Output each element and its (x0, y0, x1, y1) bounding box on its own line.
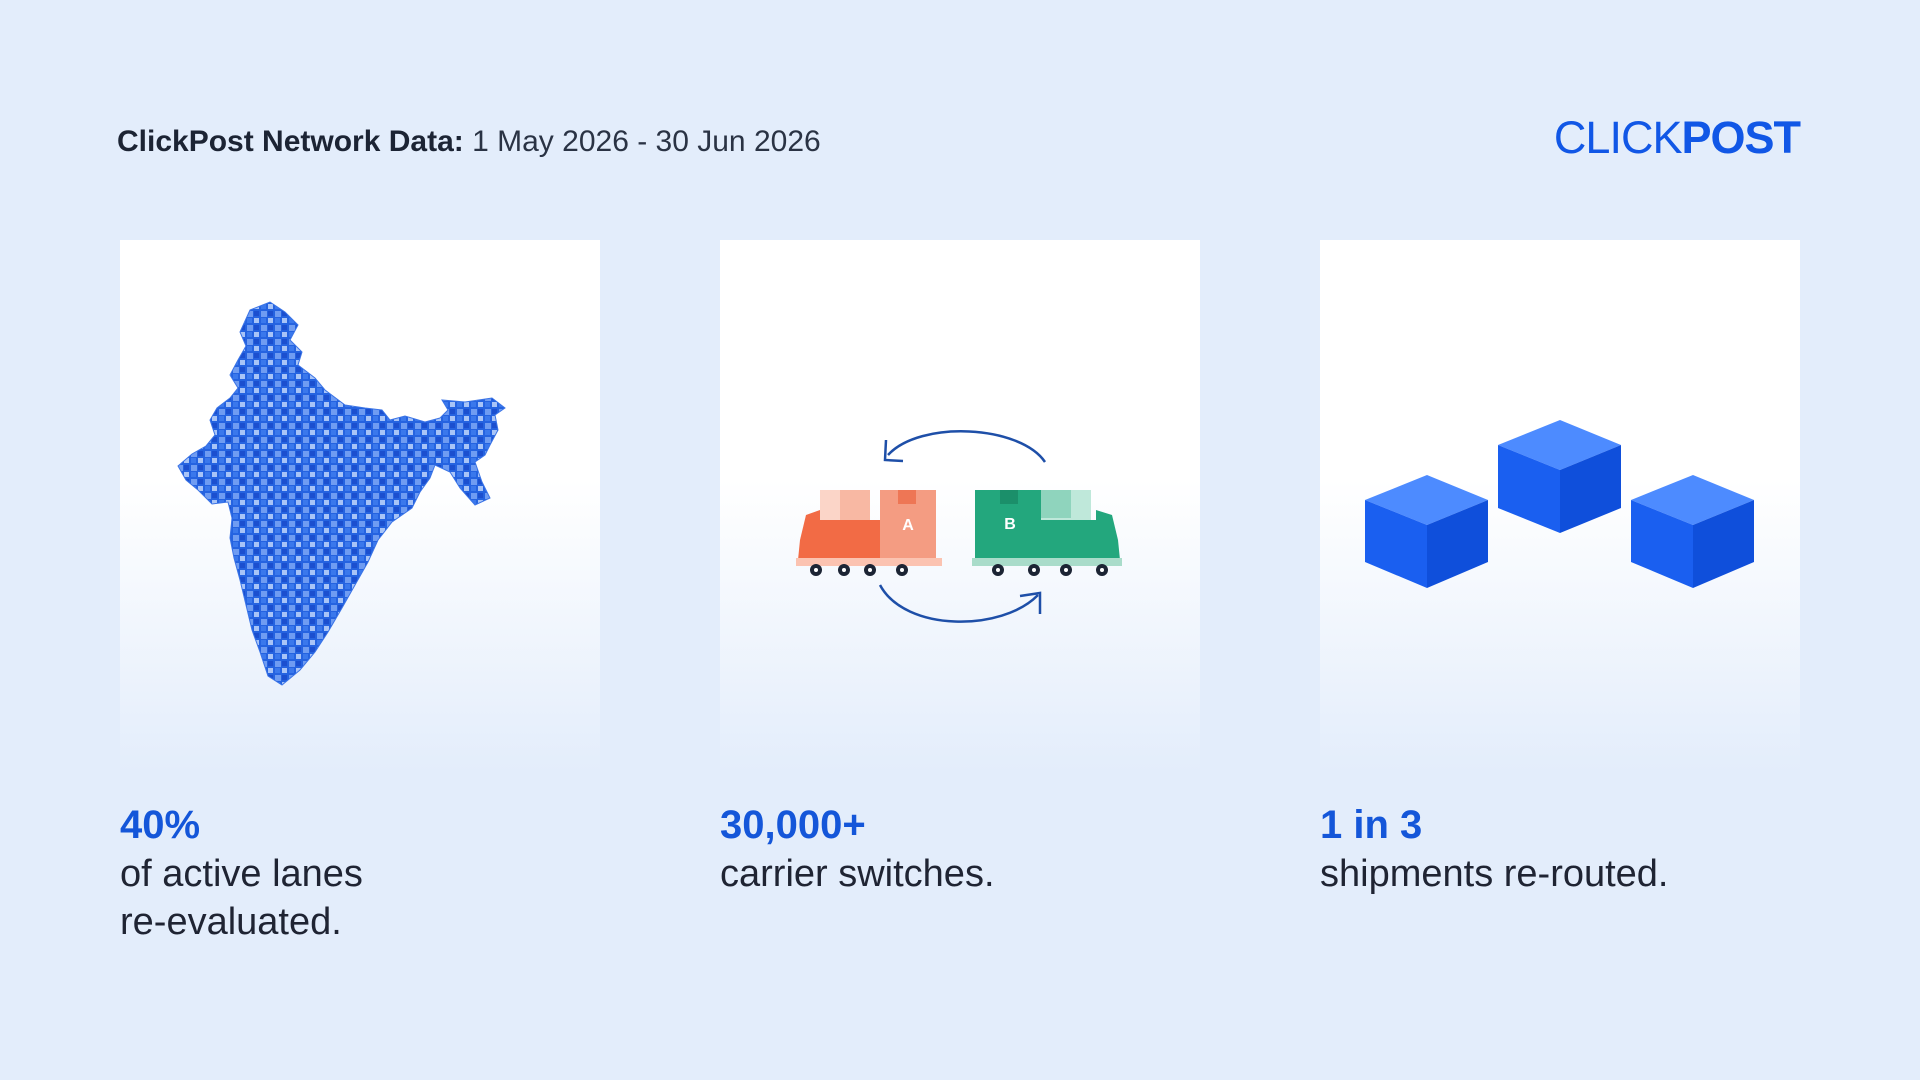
carrier-switch-icon: A B (796, 430, 1122, 623)
stat-shipments: 1 in 3 shipments re-routed. (1320, 800, 1880, 898)
cube-middle (1498, 420, 1621, 533)
header-date-range: 1 May 2026 - 30 Jun 2026 (472, 125, 821, 158)
india-map-icon (177, 301, 506, 686)
stat-value: 30,000+ (720, 803, 866, 847)
truck-a-icon: A (796, 490, 942, 576)
stat-lanes: 40% of active lanes re-evaluated. (120, 800, 680, 946)
cube-left (1365, 475, 1488, 588)
logo-post: POST (1681, 112, 1801, 163)
truck-b-icon: B (972, 490, 1122, 576)
stat-description: shipments re-routed. (1320, 853, 1669, 895)
header-title: ClickPost Network Data: 1 May 2026 - 30 … (117, 122, 821, 162)
card-cubes (1320, 240, 1800, 772)
switch-arrow-top (887, 430, 1047, 463)
stat-carrier-switches: 30,000+ carrier switches. (720, 800, 1280, 898)
stat-description: of active lanes re-evaluated. (120, 853, 363, 943)
logo-click: CLICK (1553, 112, 1683, 163)
stat-value: 40% (120, 803, 201, 847)
truck-a-label: A (902, 517, 914, 534)
card-carrier-switch: A B (720, 240, 1200, 772)
cube-right (1631, 475, 1754, 588)
stat-value: 1 in 3 (1320, 803, 1423, 847)
stat-description: carrier switches. (720, 853, 995, 895)
clickpost-logo: CLICKPOST (1553, 112, 1801, 164)
truck-b-label: B (1004, 516, 1016, 533)
cubes-icon (1365, 420, 1754, 588)
switch-arrow-bottom (878, 584, 1039, 623)
card-india-map (120, 240, 600, 772)
header-label: ClickPost Network Data: (117, 125, 464, 158)
